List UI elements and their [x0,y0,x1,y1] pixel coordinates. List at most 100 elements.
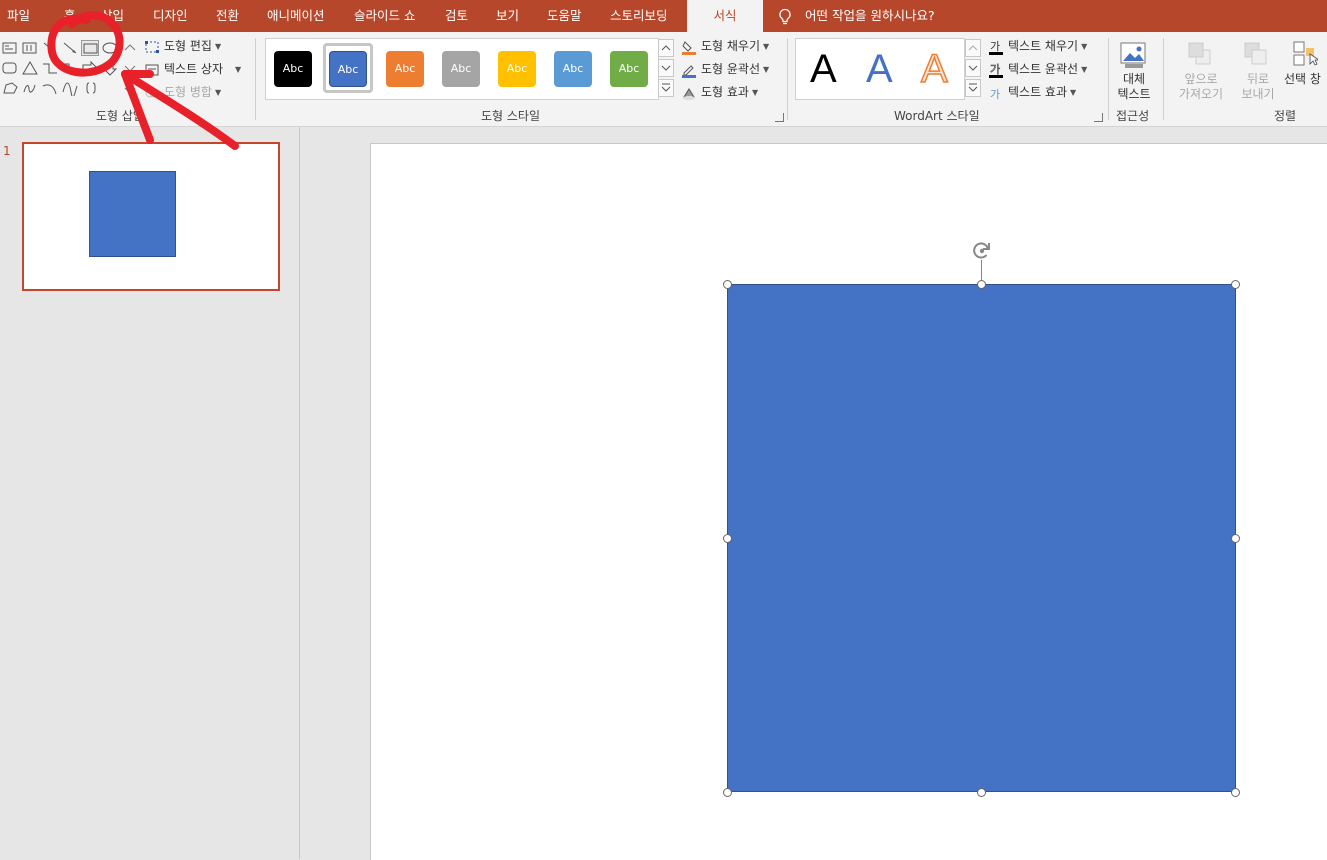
resize-handle-right[interactable] [1231,534,1240,543]
shape-fill-label: 도형 채우기 [701,39,761,53]
chevron-down-icon: ▼ [1070,87,1077,97]
freeform-shape-icon[interactable] [1,80,19,96]
tab-insert[interactable]: 삽입 [101,0,124,32]
chevron-down-icon: ▼ [763,41,770,51]
style-swatch-gold[interactable]: Abc [498,51,536,87]
tab-file[interactable]: 파일 [7,0,30,32]
gallery-scroll-down-icon[interactable] [121,60,139,76]
tab-storyboarding[interactable]: 스토리보딩 [610,0,668,32]
merge-shapes-button[interactable]: 도형 병합 ▼ [144,82,221,102]
shape-effects-icon [683,87,695,100]
slide-thumbnail[interactable] [22,142,280,291]
arrow-line-shape-icon[interactable] [61,40,79,56]
wordart-style-blue[interactable]: A [866,47,893,91]
right-arrow-shape-icon[interactable] [81,60,99,76]
brace-shape-icon[interactable] [81,80,99,96]
scribble-shape-icon[interactable] [21,80,39,96]
bring-forward-icon [1188,42,1211,65]
wordart-gallery-more-button[interactable] [965,79,981,97]
edit-shape-icon [145,40,159,53]
resize-handle-top-right[interactable] [1231,280,1240,289]
rectangle-shape-icon[interactable] [81,40,99,56]
line-shape-icon[interactable] [41,40,59,56]
resize-handle-top-left[interactable] [723,280,732,289]
resize-handle-bottom-right[interactable] [1231,788,1240,797]
shape-outline-button[interactable]: 도형 윤곽선 ▼ [681,59,769,79]
edit-shape-label: 도형 편집 [164,39,212,53]
ribbon-separator [1108,38,1109,120]
resize-handle-bottom[interactable] [977,788,986,797]
resize-handle-left[interactable] [723,534,732,543]
bring-forward-label: 앞으로 가져오기 [1178,72,1224,101]
shape-styles-dialog-launcher-icon[interactable] [775,113,784,122]
tab-review[interactable]: 검토 [445,0,468,32]
style-gallery-more-button[interactable] [658,79,674,97]
text-effects-button[interactable]: 가 텍스트 효과 ▼ [988,82,1076,102]
text-box-shape-icon[interactable] [1,40,19,56]
tab-help[interactable]: 도움말 [547,0,582,32]
oval-shape-icon[interactable] [101,40,119,56]
elbow-arrow-shape-icon[interactable] [61,60,79,76]
tell-me-search[interactable]: 어떤 작업을 원하시나요? [805,0,935,32]
alt-text-icon [1120,42,1146,68]
chevron-up-icon [968,45,978,51]
text-outline-icon: 가 [989,62,1003,78]
text-fill-button[interactable]: 가 텍스트 채우기 ▼ [988,36,1087,56]
accessibility-group-label: 접근성 [1116,109,1150,123]
gallery-more-icon[interactable] [121,80,139,96]
wordart-style-black[interactable]: A [810,47,837,91]
wordart-gallery-down-button[interactable] [965,59,981,77]
style-gallery-up-button[interactable] [658,39,674,57]
wordart-style-gallery: A A A [795,38,965,100]
bring-forward-button[interactable]: 앞으로 가져오기 [1170,38,1232,104]
chevron-down-icon [661,65,671,71]
style-swatch-gray[interactable]: Abc [442,51,480,87]
selection-pane-button[interactable]: 선택 창 [1284,38,1327,104]
tab-slideshow[interactable]: 슬라이드 쇼 [354,0,415,32]
style-swatch-blue[interactable]: Abc [329,51,367,87]
ribbon-separator [255,38,256,120]
tab-home[interactable]: 홈 [64,0,76,32]
style-swatch-black[interactable]: Abc [274,51,312,87]
text-outline-button[interactable]: 가 텍스트 윤곽선 ▼ [988,59,1087,79]
shape-effects-button[interactable]: 도형 효과 ▼ [681,82,758,102]
tab-design[interactable]: 디자인 [153,0,188,32]
triangle-shape-icon[interactable] [21,60,39,76]
style-swatch-lightblue[interactable]: Abc [554,51,592,87]
resize-handle-top[interactable] [977,280,986,289]
gallery-scroll-up-icon[interactable] [121,40,139,56]
selection-pane-label: 선택 창 [1284,72,1321,86]
alt-text-button[interactable]: 대체 텍스트 [1114,38,1154,104]
swatch-label: Abc [337,63,359,76]
wordart-style-orange-outline[interactable]: A [920,46,948,92]
curve-shape-icon[interactable] [61,80,79,96]
elbow-connector-shape-icon[interactable] [41,60,59,76]
tab-transitions[interactable]: 전환 [216,0,239,32]
style-swatch-green[interactable]: Abc [610,51,648,87]
down-arrow-shape-icon[interactable] [101,60,119,76]
text-effects-icon: 가 [990,88,1000,101]
wordart-group-label: WordArt 스타일 [894,109,980,123]
wordart-gallery-up-button[interactable] [965,39,981,57]
send-backward-label: 뒤로 보내기 [1241,72,1275,101]
slide-number: 1 [3,144,11,158]
arc-shape-icon[interactable] [41,80,59,96]
ribbon-separator [787,38,788,120]
style-gallery-down-button[interactable] [658,59,674,77]
tab-view[interactable]: 보기 [496,0,519,32]
tab-format[interactable]: 서식 [687,0,763,32]
rounded-rectangle-shape-icon[interactable] [1,60,19,76]
lightbulb-icon[interactable] [777,8,793,26]
edit-shape-button[interactable]: 도형 편집 ▼ [144,36,221,56]
tab-animations[interactable]: 애니메이션 [267,0,325,32]
shape-outline-label: 도형 윤곽선 [701,62,761,76]
wordart-dialog-launcher-icon[interactable] [1094,113,1103,122]
shape-fill-button[interactable]: 도형 채우기 ▼ [681,36,769,56]
rotate-handle-icon[interactable] [971,240,993,262]
resize-handle-bottom-left[interactable] [723,788,732,797]
style-swatch-orange[interactable]: Abc [386,51,424,87]
send-backward-button[interactable]: 뒤로 보내기 [1236,38,1280,104]
text-box-button[interactable]: 텍스트 상자 ▼ [144,59,241,79]
selected-rectangle-shape[interactable] [727,284,1236,792]
vertical-text-box-shape-icon[interactable] [21,40,39,56]
